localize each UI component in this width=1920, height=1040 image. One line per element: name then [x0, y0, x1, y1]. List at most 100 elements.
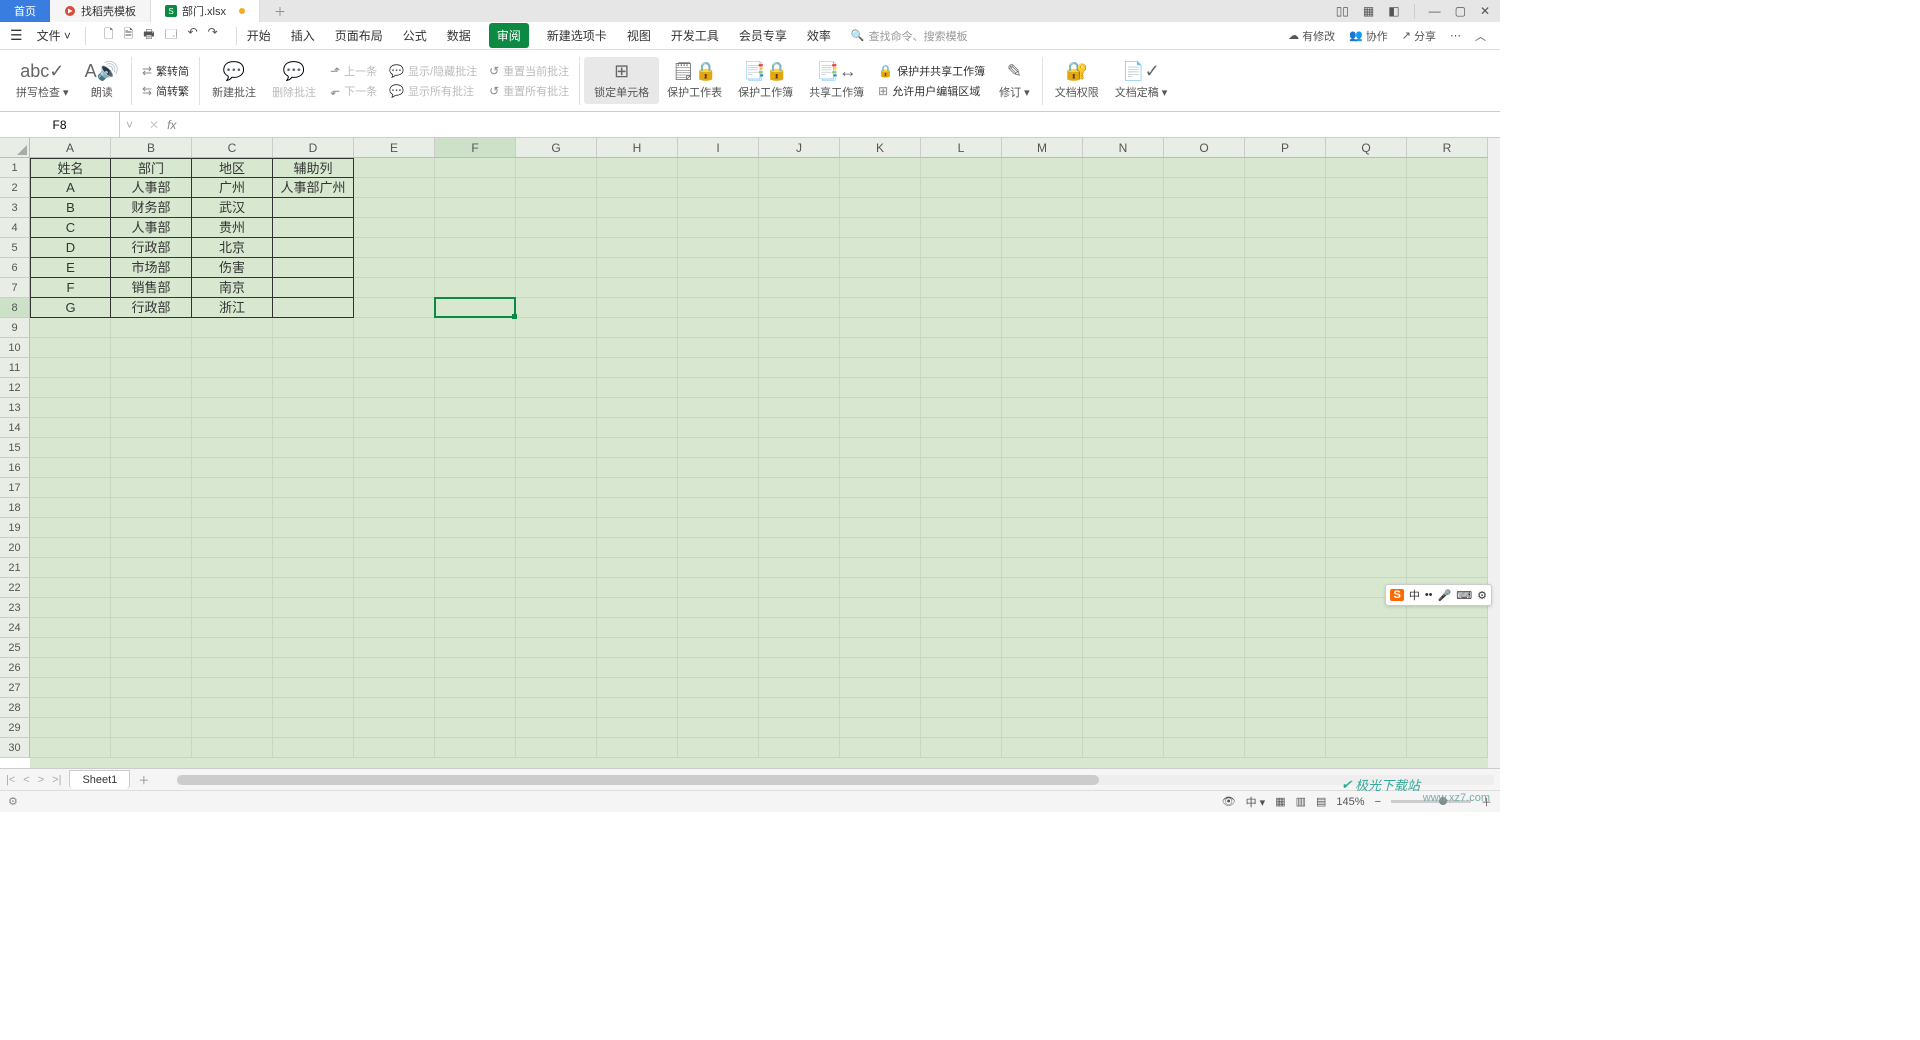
cell-A4[interactable]: C [30, 218, 111, 238]
cell-C20[interactable] [192, 538, 273, 558]
cell-R9[interactable] [1407, 318, 1488, 338]
row-header-8[interactable]: 8 [0, 298, 30, 318]
cell-N27[interactable] [1083, 678, 1164, 698]
row-header-28[interactable]: 28 [0, 698, 30, 718]
cell-P7[interactable] [1245, 278, 1326, 298]
command-search[interactable]: 🔍 查找命令、搜索模板 [851, 28, 968, 44]
cell-I28[interactable] [678, 698, 759, 718]
cell-L14[interactable] [921, 418, 1002, 438]
cell-K9[interactable] [840, 318, 921, 338]
cell-M10[interactable] [1002, 338, 1083, 358]
cell-E23[interactable] [354, 598, 435, 618]
cell-J6[interactable] [759, 258, 840, 278]
cell-J7[interactable] [759, 278, 840, 298]
cell-I25[interactable] [678, 638, 759, 658]
cell-D19[interactable] [273, 518, 354, 538]
cell-E19[interactable] [354, 518, 435, 538]
row-header-15[interactable]: 15 [0, 438, 30, 458]
cell-K8[interactable] [840, 298, 921, 318]
cell-G28[interactable] [516, 698, 597, 718]
cell-J4[interactable] [759, 218, 840, 238]
cell-Q12[interactable] [1326, 378, 1407, 398]
cell-O27[interactable] [1164, 678, 1245, 698]
cell-R17[interactable] [1407, 478, 1488, 498]
cell-B27[interactable] [111, 678, 192, 698]
cell-G25[interactable] [516, 638, 597, 658]
cell-K22[interactable] [840, 578, 921, 598]
cell-H30[interactable] [597, 738, 678, 758]
cell-K5[interactable] [840, 238, 921, 258]
col-header-O[interactable]: O [1164, 138, 1245, 157]
cell-M30[interactable] [1002, 738, 1083, 758]
cell-A23[interactable] [30, 598, 111, 618]
row-header-11[interactable]: 11 [0, 358, 30, 378]
col-header-L[interactable]: L [921, 138, 1002, 157]
cell-O17[interactable] [1164, 478, 1245, 498]
cell-F12[interactable] [435, 378, 516, 398]
cell-R21[interactable] [1407, 558, 1488, 578]
cell-R13[interactable] [1407, 398, 1488, 418]
cell-C24[interactable] [192, 618, 273, 638]
print-preview-icon[interactable]: 🗔 [165, 25, 178, 46]
cell-P10[interactable] [1245, 338, 1326, 358]
cell-I13[interactable] [678, 398, 759, 418]
cell-O8[interactable] [1164, 298, 1245, 318]
cell-P12[interactable] [1245, 378, 1326, 398]
cell-L26[interactable] [921, 658, 1002, 678]
cell-C28[interactable] [192, 698, 273, 718]
col-header-C[interactable]: C [192, 138, 273, 157]
cell-N18[interactable] [1083, 498, 1164, 518]
undo-icon[interactable]: ↶ [188, 25, 198, 46]
cell-G3[interactable] [516, 198, 597, 218]
cell-E29[interactable] [354, 718, 435, 738]
cell-P20[interactable] [1245, 538, 1326, 558]
cell-C1[interactable]: 地区 [192, 158, 273, 178]
cell-M9[interactable] [1002, 318, 1083, 338]
cell-K12[interactable] [840, 378, 921, 398]
cell-E7[interactable] [354, 278, 435, 298]
cell-Q26[interactable] [1326, 658, 1407, 678]
cell-A26[interactable] [30, 658, 111, 678]
cell-M13[interactable] [1002, 398, 1083, 418]
cell-C6[interactable]: 伤害 [192, 258, 273, 278]
cell-B3[interactable]: 财务部 [111, 198, 192, 218]
cell-E8[interactable] [354, 298, 435, 318]
cell-P3[interactable] [1245, 198, 1326, 218]
cell-F2[interactable] [435, 178, 516, 198]
cell-G4[interactable] [516, 218, 597, 238]
cell-A3[interactable]: B [30, 198, 111, 218]
cell-E28[interactable] [354, 698, 435, 718]
cell-R24[interactable] [1407, 618, 1488, 638]
cell-G22[interactable] [516, 578, 597, 598]
cell-C5[interactable]: 北京 [192, 238, 273, 258]
cell-P14[interactable] [1245, 418, 1326, 438]
menu-tab-vip[interactable]: 会员专享 [737, 23, 789, 48]
cell-M15[interactable] [1002, 438, 1083, 458]
cell-A25[interactable] [30, 638, 111, 658]
cell-B16[interactable] [111, 458, 192, 478]
cell-R12[interactable] [1407, 378, 1488, 398]
cell-N8[interactable] [1083, 298, 1164, 318]
cell-J18[interactable] [759, 498, 840, 518]
cell-L17[interactable] [921, 478, 1002, 498]
menu-tab-layout[interactable]: 页面布局 [333, 23, 385, 48]
minimize-button[interactable]: — [1429, 4, 1441, 18]
cell-M27[interactable] [1002, 678, 1083, 698]
cell-Q8[interactable] [1326, 298, 1407, 318]
cell-N25[interactable] [1083, 638, 1164, 658]
cell-P16[interactable] [1245, 458, 1326, 478]
cell-D10[interactable] [273, 338, 354, 358]
row-header-25[interactable]: 25 [0, 638, 30, 658]
cell-H13[interactable] [597, 398, 678, 418]
cell-I7[interactable] [678, 278, 759, 298]
cell-E5[interactable] [354, 238, 435, 258]
cell-B12[interactable] [111, 378, 192, 398]
cell-L13[interactable] [921, 398, 1002, 418]
cell-B18[interactable] [111, 498, 192, 518]
cell-N16[interactable] [1083, 458, 1164, 478]
cell-R26[interactable] [1407, 658, 1488, 678]
cell-Q18[interactable] [1326, 498, 1407, 518]
cell-P15[interactable] [1245, 438, 1326, 458]
cell-P23[interactable] [1245, 598, 1326, 618]
cell-H14[interactable] [597, 418, 678, 438]
